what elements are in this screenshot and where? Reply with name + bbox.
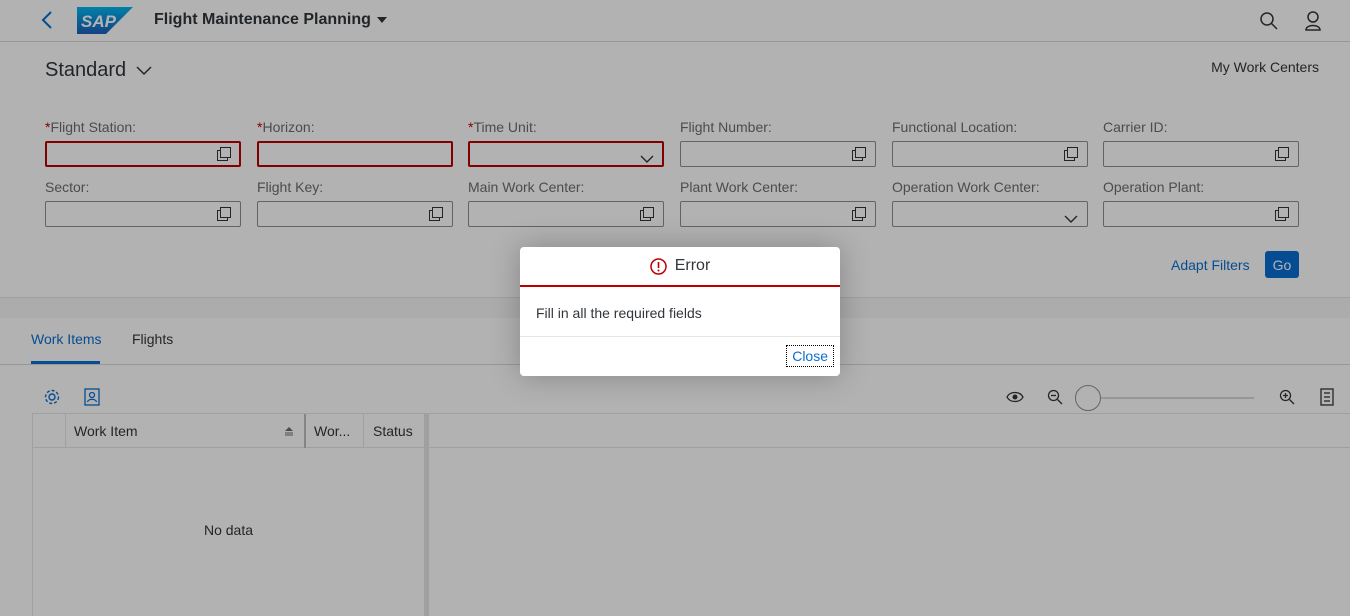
error-icon [649, 257, 667, 275]
dialog-title: Error [674, 257, 711, 274]
dialog-message: Fill in all the required fields [536, 305, 702, 321]
error-dialog: Error Fill in all the required fields Cl… [520, 247, 840, 376]
close-button[interactable]: Close [786, 345, 834, 367]
dialog-header: Error [520, 247, 840, 287]
dialog-footer: Close [520, 336, 840, 376]
